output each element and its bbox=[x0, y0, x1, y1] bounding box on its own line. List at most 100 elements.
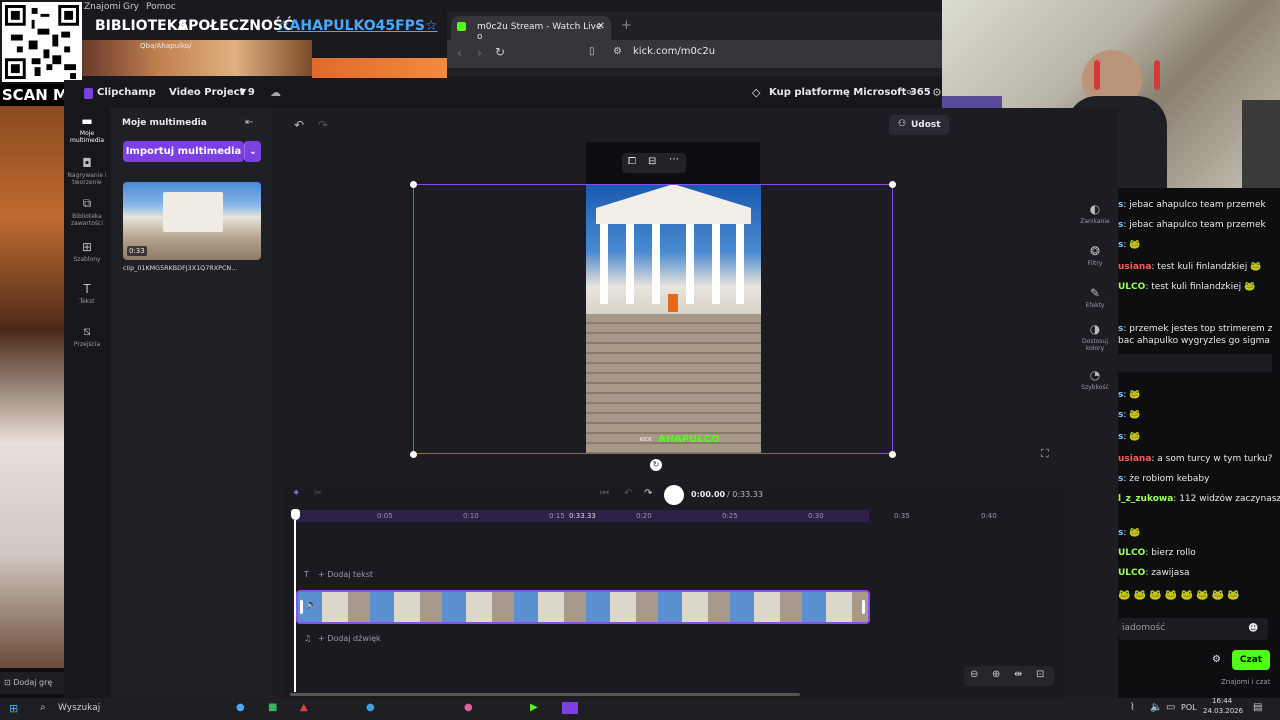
zoom-out-icon[interactable]: ⊖ bbox=[970, 669, 978, 680]
fit-icon[interactable]: ⊟ bbox=[648, 156, 656, 167]
back-icon[interactable]: ‹ bbox=[457, 46, 462, 60]
rail-label: Tekst bbox=[79, 298, 95, 305]
clock-date[interactable]: 24.03.2026 bbox=[1203, 707, 1243, 715]
fullscreen-icon[interactable]: ⛶ bbox=[1041, 447, 1049, 461]
resize-handle-br[interactable] bbox=[889, 451, 896, 458]
split-icon[interactable]: ✂ bbox=[314, 488, 322, 499]
browser-tab[interactable]: m0c2u Stream - Watch Live o ✕ bbox=[451, 16, 611, 42]
rail-speed[interactable]: ◔ Szybkość bbox=[1075, 368, 1115, 391]
app-obs-icon[interactable]: ● bbox=[464, 702, 473, 713]
redo-icon[interactable]: ↷ bbox=[318, 118, 328, 132]
taskbar-search[interactable]: Wyszukaj bbox=[58, 703, 100, 713]
time-ruler[interactable]: 0:05 0:10 0:15 0:33.33 0:20 0:25 0:30 bbox=[294, 510, 869, 522]
emote-bar[interactable]: 🐸 🐸 🐸 🐸 🐸 🐸 🐸 🐸 bbox=[1118, 590, 1280, 604]
fit-timeline-icon[interactable]: ⇹ bbox=[1014, 669, 1022, 680]
app-edge-icon[interactable]: ● bbox=[236, 702, 245, 713]
more-icon[interactable]: ⋯ bbox=[669, 154, 679, 165]
selection-box[interactable] bbox=[413, 184, 893, 454]
app-clipchamp-icon[interactable] bbox=[562, 702, 578, 714]
magic-icon[interactable]: ✦ bbox=[292, 488, 300, 499]
chat-username[interactable]: ULCO bbox=[1118, 282, 1145, 292]
wifi-icon[interactable]: ⌇ bbox=[1130, 702, 1135, 713]
chat-username[interactable]: usiana bbox=[1118, 454, 1151, 464]
chat-username[interactable]: l_z_zukowa bbox=[1118, 494, 1173, 504]
share-link-icon[interactable]: ⚯ bbox=[907, 86, 916, 99]
rail-my-media[interactable]: ▬ Moje multimedia bbox=[64, 114, 110, 144]
qr-code-pattern bbox=[5, 5, 79, 79]
trim-handle-left[interactable] bbox=[300, 600, 303, 614]
new-tab-icon[interactable]: + bbox=[621, 18, 632, 33]
chat-text: : 🐸 bbox=[1123, 240, 1141, 250]
notifications-icon[interactable]: ▤ bbox=[1253, 702, 1262, 713]
menu-help[interactable]: Pomoc bbox=[146, 2, 176, 12]
menu-games[interactable]: Gry bbox=[123, 2, 139, 12]
nav-username[interactable]: ☆AHAPULKO45FPS☆ bbox=[277, 18, 438, 34]
clip-volume-icon[interactable]: 🔈 bbox=[306, 600, 317, 610]
zoom-in-icon[interactable]: ⊕ bbox=[992, 669, 1000, 680]
settings-icon[interactable]: ⚙ bbox=[932, 86, 942, 99]
battery-icon[interactable]: ▭ bbox=[1166, 702, 1175, 713]
rail-filters[interactable]: ❂ Filtry bbox=[1075, 244, 1115, 267]
transitions-icon: ⧅ bbox=[83, 324, 91, 338]
rewind-icon[interactable]: ↶ bbox=[624, 488, 632, 499]
import-dropdown-icon[interactable]: ⌄ bbox=[244, 141, 261, 162]
rail-record[interactable]: ◘ Nagrywanie i tworzenie bbox=[64, 156, 110, 186]
rotate-handle-icon[interactable]: ↻ bbox=[650, 459, 662, 471]
chat-username[interactable]: usiana bbox=[1118, 262, 1151, 272]
resize-handle-tr[interactable] bbox=[889, 181, 896, 188]
add-game-button[interactable]: ⊡ Dodaj grę bbox=[0, 672, 64, 694]
resize-handle-bl[interactable] bbox=[410, 451, 417, 458]
cloud-sync-icon[interactable]: ☁ bbox=[270, 86, 281, 99]
expand-timeline-icon[interactable]: ⊡ bbox=[1036, 669, 1044, 680]
clock-time[interactable]: 16:44 bbox=[1212, 697, 1232, 705]
app-brave-icon[interactable]: ▲ bbox=[300, 702, 308, 713]
nav-library[interactable]: BIBLIOTEKA bbox=[95, 18, 188, 34]
undo-icon[interactable]: ↶ bbox=[294, 118, 304, 132]
tab-close-icon[interactable]: ✕ bbox=[597, 21, 605, 32]
add-audio-track[interactable]: + Dodaj dźwięk bbox=[318, 634, 381, 643]
skip-back-icon[interactable]: ⏮ bbox=[600, 488, 609, 499]
friends-chat-label[interactable]: Znajomi i czat bbox=[1221, 678, 1270, 686]
play-button[interactable] bbox=[664, 485, 684, 505]
rail-label: Efekty bbox=[1085, 302, 1105, 309]
nav-community[interactable]: SPOŁECZNOŚĆ bbox=[178, 18, 293, 34]
rail-fade[interactable]: ◐ Zanikanie bbox=[1075, 202, 1115, 225]
tick-label: 0:05 bbox=[377, 512, 393, 520]
crop-icon[interactable]: ⧠ bbox=[628, 156, 636, 167]
forward-icon[interactable]: › bbox=[477, 46, 482, 60]
resize-handle-tl[interactable] bbox=[410, 181, 417, 188]
media-thumbnail[interactable]: 0:33 bbox=[123, 182, 261, 260]
trim-handle-right[interactable] bbox=[862, 600, 865, 614]
language-indicator[interactable]: POL bbox=[1181, 703, 1197, 712]
emoji-icon[interactable]: ☻ bbox=[1248, 623, 1258, 634]
collapse-panel-icon[interactable]: ⇤ bbox=[245, 117, 253, 128]
windows-start-icon[interactable]: ⊞ bbox=[9, 702, 18, 715]
rail-adjust-colors[interactable]: ◑ Dostosuj kolory bbox=[1075, 322, 1115, 352]
volume-icon[interactable]: 🔈 bbox=[1150, 702, 1162, 713]
site-info-icon[interactable]: ⚙ bbox=[613, 46, 622, 57]
chat-username[interactable]: ULCO bbox=[1118, 568, 1145, 578]
app-chrome-icon[interactable]: ● bbox=[366, 702, 375, 713]
import-media-button[interactable]: Importuj multimedia bbox=[123, 141, 244, 162]
rail-transitions[interactable]: ⧅ Przejścia bbox=[64, 324, 110, 348]
rail-templates[interactable]: ⊞ Szablony bbox=[64, 240, 110, 263]
video-clip-track[interactable]: 🔈 bbox=[296, 590, 870, 624]
bookmark-icon[interactable]: ▯ bbox=[589, 46, 595, 57]
playhead-handle[interactable] bbox=[291, 509, 300, 520]
forward-5-icon[interactable]: ↷ bbox=[644, 488, 652, 499]
add-text-track[interactable]: + Dodaj tekst bbox=[318, 570, 373, 579]
chat-send-button[interactable]: Czat bbox=[1232, 650, 1270, 670]
reload-icon[interactable]: ↻ bbox=[495, 45, 505, 59]
menu-friends[interactable]: Znajomi bbox=[84, 2, 121, 12]
rail-library[interactable]: ⧉ Biblioteka zawartości bbox=[64, 196, 110, 227]
chat-input[interactable]: iadomość bbox=[1118, 618, 1268, 640]
rail-text[interactable]: T Tekst bbox=[64, 282, 110, 305]
timeline-scrollbar[interactable] bbox=[290, 693, 800, 696]
rail-effects[interactable]: ✎ Efekty bbox=[1075, 286, 1115, 309]
app-kick-icon[interactable]: ▶ bbox=[530, 702, 538, 713]
chat-settings-icon[interactable]: ⚙ bbox=[1212, 654, 1221, 665]
project-dropdown-icon[interactable]: ▼ bbox=[240, 87, 246, 96]
address-input[interactable]: kick.com/m0c2u bbox=[633, 46, 715, 57]
chat-username[interactable]: ULCO bbox=[1118, 548, 1145, 558]
app-excel-icon[interactable]: ■ bbox=[268, 702, 277, 713]
